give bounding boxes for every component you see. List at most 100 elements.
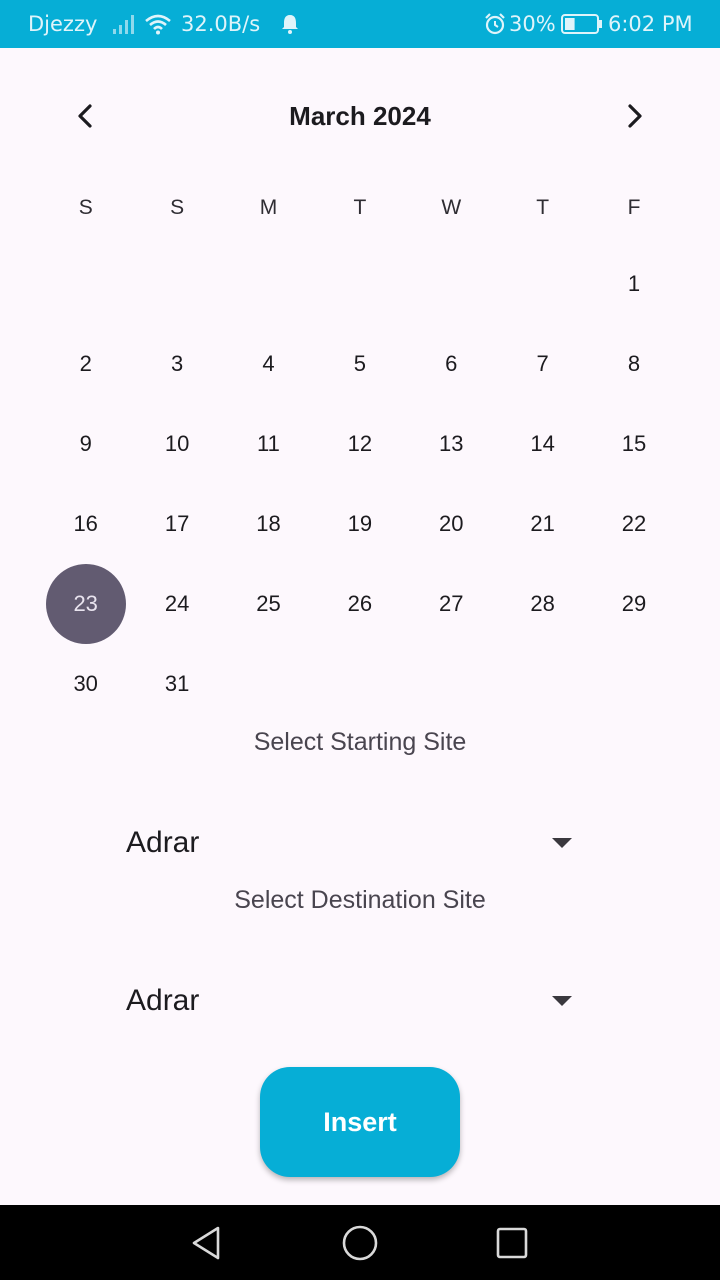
calendar-day[interactable]: 21 [503,484,583,564]
calendar-cell: 12 [314,404,405,484]
destination-site-dropdown[interactable]: Adrar [126,973,576,1029]
calendar-day-grid: 1 2 3 4 5 6 7 8 9 10 11 12 13 14 15 16 17 18 19 20 21 22 23 24 2… [40,244,680,724]
bell-icon [280,0,300,48]
calendar-day[interactable]: 6 [411,324,491,404]
calendar-day[interactable]: 1 [594,244,674,324]
destination-site-label: Select Destination Site [234,886,486,914]
system-navigation-bar [0,1205,720,1280]
calendar-cell: 8 [588,324,679,404]
calendar-cell: 11 [223,404,314,484]
calendar-cell: 20 [406,484,497,564]
weekday-label: T [536,196,550,219]
calendar-day[interactable]: 19 [320,484,400,564]
calendar-empty-cell [131,244,222,324]
calendar-day[interactable]: 25 [228,564,308,644]
calendar-day[interactable]: 4 [228,324,308,404]
calendar-cell: 29 [588,564,679,644]
insert-button[interactable]: Insert [260,1067,460,1177]
recent-apps-button[interactable] [492,1223,532,1263]
clock: 6:02 PM [608,12,693,36]
network-speed: 32.0B/s [181,12,261,36]
weekday-label: F [627,196,641,219]
calendar-day[interactable]: 30 [46,644,126,724]
calendar-day[interactable]: 13 [411,404,491,484]
weekday-label: S [170,196,185,219]
calendar-cell: 16 [40,484,131,564]
starting-site-dropdown[interactable]: Adrar [126,815,576,871]
calendar-cell: 25 [223,564,314,644]
calendar-cell: 14 [497,404,588,484]
calendar-cell: 13 [406,404,497,484]
calendar-cell: 24 [131,564,222,644]
calendar-cell: 2 [40,324,131,404]
calendar-day[interactable]: 27 [411,564,491,644]
starting-site-label: Select Starting Site [253,728,467,756]
battery-percentage: 30% [509,12,556,36]
calendar-cell: 21 [497,484,588,564]
dropdown-arrow-icon [550,989,574,1013]
signal-icon [112,0,136,48]
calendar-day[interactable]: 22 [594,484,674,564]
calendar-day-selected[interactable]: 23 [45,564,126,644]
recent-apps-square-icon [496,1227,528,1259]
calendar-cell: 6 [406,324,497,404]
alarm-icon [483,0,507,48]
calendar-day[interactable]: 11 [228,404,308,484]
chevron-left-icon [78,104,92,128]
month-title: March 2024 [289,101,431,131]
calendar-day[interactable]: 20 [411,484,491,564]
calendar-day[interactable]: 8 [594,324,674,404]
home-circle-icon [342,1225,378,1261]
home-button[interactable] [340,1223,380,1263]
calendar-day[interactable]: 14 [503,404,583,484]
calendar-day[interactable]: 24 [137,564,217,644]
calendar-empty-cell [40,244,131,324]
next-month-button[interactable] [612,94,656,138]
back-triangle-icon [192,1226,220,1260]
calendar-cell: 22 [588,484,679,564]
calendar-day[interactable]: 26 [320,564,400,644]
calendar-day[interactable]: 16 [46,484,126,564]
status-bar: Djezzy 32.0B/s 30% 6:02 PM [0,0,720,48]
weekday-label: W [441,196,462,219]
calendar-day[interactable]: 29 [594,564,674,644]
calendar-day[interactable]: 9 [46,404,126,484]
calendar-cell: 28 [497,564,588,644]
calendar-day[interactable]: 28 [503,564,583,644]
destination-site-value: Adrar [126,984,200,1017]
calendar-day[interactable]: 31 [137,644,217,724]
calendar-day[interactable]: 12 [320,404,400,484]
calendar-day[interactable]: 15 [594,404,674,484]
calendar-cell: 18 [223,484,314,564]
calendar-cell: 26 [314,564,405,644]
calendar-cell: 4 [223,324,314,404]
calendar-header: March 2024 [0,88,720,144]
calendar-day[interactable]: 2 [46,324,126,404]
calendar-cell: 30 [40,644,131,724]
calendar-empty-cell [406,244,497,324]
dropdown-arrow-icon [550,831,574,855]
calendar-empty-cell [223,244,314,324]
wifi-icon [144,0,172,48]
calendar-day[interactable]: 10 [137,404,217,484]
calendar-day[interactable]: 5 [320,324,400,404]
calendar-day[interactable]: 3 [137,324,217,404]
calendar-empty-cell [314,244,405,324]
previous-month-button[interactable] [64,94,108,138]
calendar-day[interactable]: 17 [137,484,217,564]
starting-site-value: Adrar [126,826,200,859]
calendar-day[interactable]: 18 [228,484,308,564]
weekday-header: S S M T W T F [40,188,680,228]
calendar-day[interactable]: 7 [503,324,583,404]
calendar-cell: 5 [314,324,405,404]
calendar-cell: 10 [131,404,222,484]
weekday-label: T [353,196,367,219]
calendar-cell: 31 [131,644,222,724]
weekday-label: M [259,196,278,219]
battery-icon [561,0,603,48]
back-button[interactable] [186,1223,226,1263]
calendar-cell: 27 [406,564,497,644]
chevron-right-icon [628,104,642,128]
calendar-cell: 1 [588,244,679,324]
weekday-label: S [78,196,93,219]
